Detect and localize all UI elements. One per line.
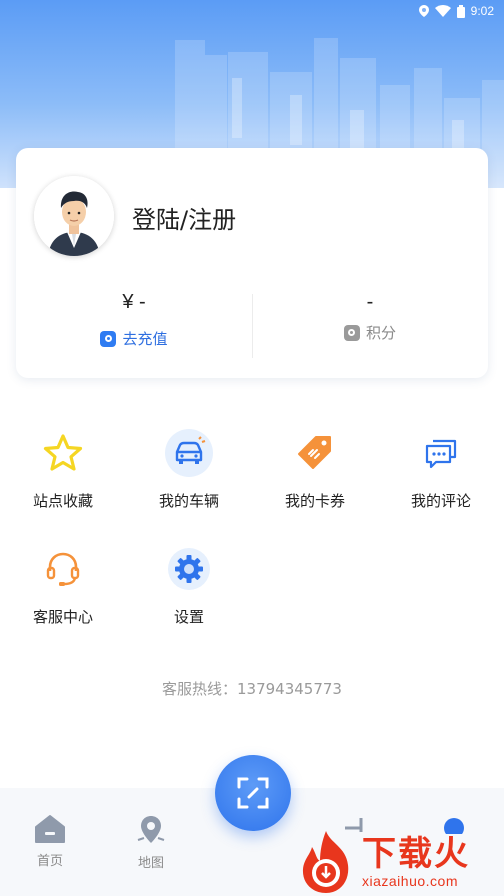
points-icon	[343, 324, 360, 341]
profile-card: 登陆/注册 ¥ - 去充值 - 积分	[16, 148, 488, 378]
watermark-title: 下载火	[362, 834, 470, 874]
gear-icon	[164, 544, 214, 594]
car-icon	[164, 428, 214, 478]
avatar[interactable]	[34, 176, 114, 256]
customer-hotline[interactable]: 客服热线：13794345773	[0, 678, 504, 699]
login-register-link[interactable]: 登陆/注册	[132, 200, 236, 235]
battery-icon	[456, 4, 465, 18]
tab-label: 地图	[137, 856, 164, 871]
flame-logo-icon	[302, 831, 349, 893]
balance-stat: ¥ - 去充值	[16, 288, 252, 349]
tab-map[interactable]: 地图	[101, 814, 201, 871]
watermark-logo: 下载火 xiazaihuo.com	[296, 828, 504, 896]
scan-button[interactable]	[215, 755, 291, 831]
star-icon	[38, 428, 88, 478]
coupon-tag-icon	[290, 428, 340, 478]
menu-item-my-comments[interactable]: 我的评论	[378, 428, 504, 511]
wallet-icon	[100, 330, 117, 347]
map-pin-icon	[137, 816, 165, 843]
menu-label: 我的车辆	[158, 492, 219, 510]
location-icon	[418, 5, 429, 17]
points-button[interactable]: 积分	[343, 322, 396, 343]
menu-item-my-vehicles[interactable]: 我的车辆	[126, 428, 252, 511]
recharge-label: 去充值	[122, 330, 168, 348]
menu-item-my-coupons[interactable]: 我的卡券	[252, 428, 378, 511]
menu-label: 我的卡券	[284, 492, 345, 510]
menu-item-customer-service[interactable]: 客服中心	[0, 544, 126, 627]
menu-item-settings[interactable]: 设置	[126, 544, 252, 627]
wifi-icon	[434, 5, 451, 17]
headset-icon	[38, 544, 88, 594]
tab-home[interactable]: 首页	[0, 814, 100, 869]
points-stat: - 积分	[252, 288, 488, 343]
menu-label: 我的评论	[410, 492, 471, 510]
user-avatar-illustration	[34, 176, 114, 256]
menu-label: 客服中心	[32, 608, 93, 626]
watermark-subtitle: xiazaihuo.com	[362, 873, 458, 889]
points-value: -	[366, 291, 374, 313]
scan-icon	[237, 777, 269, 809]
menu-label: 设置	[173, 608, 204, 626]
points-label: 积分	[365, 324, 396, 342]
home-icon	[35, 815, 65, 843]
status-time: 9:02	[470, 4, 494, 18]
status-bar: 9:02	[0, 0, 504, 22]
menu-label: 站点收藏	[32, 492, 93, 510]
balance-value: ¥ -	[122, 291, 146, 313]
tab-label: 首页	[36, 854, 63, 869]
comment-icon	[416, 428, 466, 478]
menu-item-favorite-stations[interactable]: 站点收藏	[0, 428, 126, 511]
recharge-button[interactable]: 去充值	[100, 328, 168, 349]
